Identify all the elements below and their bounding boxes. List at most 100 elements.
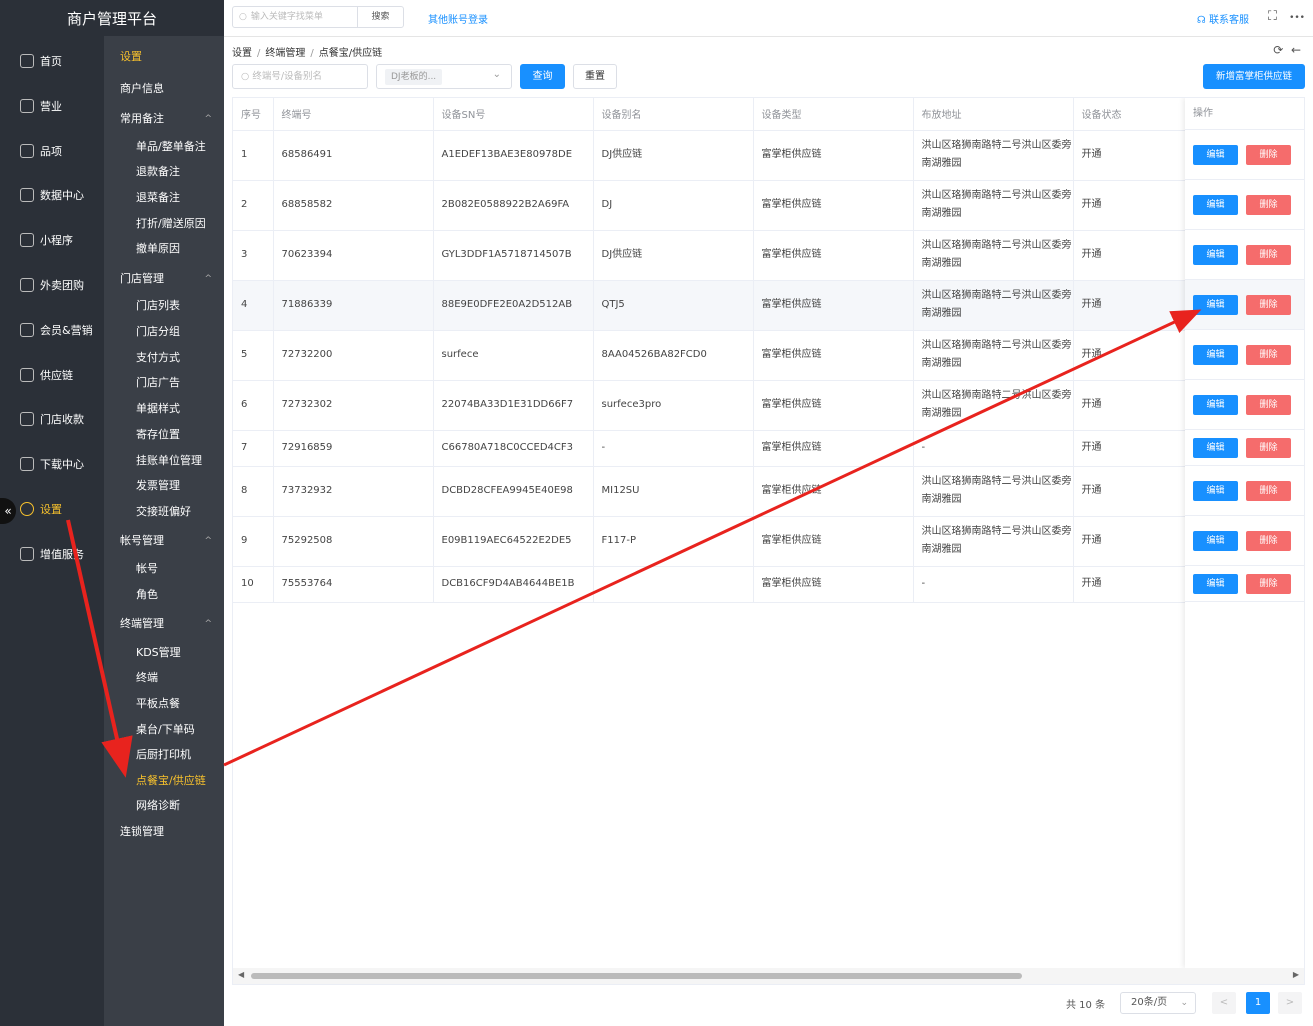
sidebar-item-8[interactable]: 供应链 <box>0 352 104 397</box>
edit-button[interactable]: 编辑 <box>1193 144 1238 165</box>
sidebar-item-4[interactable]: 数据中心 <box>0 172 104 217</box>
table-cell: 75292508 <box>273 516 434 567</box>
edit-button[interactable]: 编辑 <box>1193 573 1238 594</box>
refresh-icon[interactable]: ⟳ <box>1273 43 1283 57</box>
more-icon[interactable]: ••• <box>1289 13 1305 23</box>
miniapp-icon <box>20 232 34 247</box>
scroll-left-icon[interactable]: ◀ <box>238 970 244 979</box>
horizontal-scrollbar[interactable]: ◀ ▶ <box>233 968 1304 984</box>
submenu-item[interactable]: 寄存位置 <box>104 423 224 447</box>
scroll-right-icon[interactable]: ▶ <box>1293 970 1299 979</box>
submenu-label: 点餐宝/供应链 <box>136 774 206 787</box>
submenu-item[interactable]: 退菜备注 <box>104 186 224 210</box>
breadcrumb-current: 点餐宝/供应链 <box>318 48 383 59</box>
edit-button[interactable]: 编辑 <box>1193 437 1238 458</box>
submenu-group[interactable]: 门店管理 ^ <box>104 267 224 291</box>
delete-button[interactable]: 删除 <box>1246 294 1291 315</box>
scrollbar-thumb[interactable] <box>251 973 1022 979</box>
submenu-group[interactable]: 终端管理 ^ <box>104 612 224 636</box>
breadcrumb-item[interactable]: 设置 <box>232 48 252 59</box>
column-header: 序号 <box>233 98 274 131</box>
submenu-item[interactable]: 网络诊断 <box>104 794 224 818</box>
edit-button[interactable]: 编辑 <box>1193 394 1238 415</box>
edit-button[interactable]: 编辑 <box>1193 480 1238 501</box>
breadcrumb-item[interactable]: 终端管理 <box>265 48 305 59</box>
table-row: 1 68586491 A1EDEF13BAE3E80978DE DJ供应链 富掌柜供应链… <box>233 130 1186 181</box>
edit-button[interactable]: 编辑 <box>1193 194 1238 215</box>
column-header: 终端号 <box>273 98 434 131</box>
submenu-item[interactable]: 撤单原因 <box>104 237 224 261</box>
submenu-item[interactable]: 打折/赠送原因 <box>104 212 224 236</box>
page-number[interactable]: 1 <box>1246 992 1270 1014</box>
submenu-group[interactable]: 常用备注 ^ <box>104 107 224 131</box>
menu-search-button[interactable]: 搜索 <box>357 7 403 27</box>
submenu-item[interactable]: 角色 <box>104 583 224 607</box>
submenu-item[interactable]: 门店广告 <box>104 371 224 395</box>
edit-button[interactable]: 编辑 <box>1193 344 1238 365</box>
edit-button[interactable]: 编辑 <box>1193 294 1238 315</box>
submenu-group[interactable]: 连锁管理 <box>104 820 224 844</box>
sidebar-item-3[interactable]: 品项 <box>0 128 104 173</box>
sidebar-item-label: 品项 <box>40 144 62 158</box>
submenu-item[interactable]: 桌台/下单码 <box>104 718 224 742</box>
submenu-item[interactable]: 后厨打印机 <box>104 743 224 767</box>
submenu-item[interactable]: 交接班偏好 <box>104 500 224 524</box>
sidebar-item-label: 数据中心 <box>40 188 84 202</box>
sidebar-item-label: 下载中心 <box>40 457 84 471</box>
delete-button[interactable]: 删除 <box>1246 144 1291 165</box>
submenu-item[interactable]: 门店列表 <box>104 294 224 318</box>
submenu-group[interactable]: 商户信息 <box>104 77 224 101</box>
delete-button[interactable]: 删除 <box>1246 344 1291 365</box>
submenu-item[interactable]: 单品/整单备注 <box>104 135 224 159</box>
table-cell: 10 <box>233 566 274 603</box>
table-cell: F117-P <box>593 516 754 567</box>
delete-button[interactable]: 删除 <box>1246 480 1291 501</box>
other-login-link[interactable]: 其他账号登录 <box>428 11 488 26</box>
delete-button[interactable]: 删除 <box>1246 530 1291 551</box>
submenu-item[interactable]: 终端 <box>104 666 224 690</box>
submenu-item[interactable]: 帐号 <box>104 557 224 581</box>
fullscreen-icon[interactable]: ⛶ <box>1268 9 1277 24</box>
submenu-item[interactable]: 发票管理 <box>104 474 224 498</box>
submenu-item[interactable]: 单据样式 <box>104 397 224 421</box>
sidebar-item-12[interactable]: 增值服务 <box>0 531 104 576</box>
sidebar-item-10[interactable]: 下载中心 <box>0 441 104 486</box>
query-button[interactable]: 查询 <box>520 64 565 89</box>
submenu-item[interactable]: 支付方式 <box>104 346 224 370</box>
submenu-item[interactable]: 退款备注 <box>104 160 224 184</box>
submenu-item[interactable]: 门店分组 <box>104 320 224 344</box>
add-supply-chain-button[interactable]: 新增富掌柜供应链 <box>1203 64 1305 89</box>
terminal-search-input[interactable]: ○ 终端号/设备别名 <box>232 64 368 89</box>
back-arrow-icon[interactable]: ← <box>1291 43 1301 57</box>
column-header: 设备类型 <box>753 98 914 131</box>
contact-support-link[interactable]: ☊ 联系客服 <box>1197 11 1249 26</box>
sidebar-item-9[interactable]: 门店收款 <box>0 396 104 441</box>
sidebar-item-6[interactable]: 外卖团购 <box>0 262 104 307</box>
next-page-button[interactable]: > <box>1278 992 1302 1014</box>
menu-search-input[interactable]: ○ 输入关键字找菜单 <box>233 7 357 27</box>
sidebar-item-2[interactable]: 营业 <box>0 83 104 128</box>
edit-button[interactable]: 编辑 <box>1193 244 1238 265</box>
submenu-item[interactable]: KDS管理 <box>104 641 224 665</box>
prev-page-button[interactable]: < <box>1212 992 1236 1014</box>
submenu-label: 连锁管理 <box>120 825 164 838</box>
sidebar-item-1[interactable]: 首页 <box>0 38 104 83</box>
submenu-item[interactable]: 点餐宝/供应链 <box>104 769 224 793</box>
sidebar-item-7[interactable]: 会员&营销 <box>0 307 104 352</box>
page-size-select[interactable]: 20条/页 ⌄ <box>1120 992 1196 1014</box>
merchant-select[interactable]: DJ老板的... ⌄ <box>376 64 512 89</box>
delete-button[interactable]: 删除 <box>1246 573 1291 594</box>
submenu-group[interactable]: 帐号管理 ^ <box>104 529 224 553</box>
edit-button[interactable]: 编辑 <box>1193 530 1238 551</box>
sidebar-item-5[interactable]: 小程序 <box>0 217 104 262</box>
delete-button[interactable]: 删除 <box>1246 194 1291 215</box>
delete-button[interactable]: 删除 <box>1246 244 1291 265</box>
table-cell: 洪山区珞狮南路特二号洪山区委旁南湖雅园 <box>913 380 1074 431</box>
reset-button[interactable]: 重置 <box>573 64 617 89</box>
total-count: 共 10 条 <box>1066 1000 1106 1011</box>
submenu-item[interactable]: 挂账单位管理 <box>104 449 224 473</box>
submenu-label: 挂账单位管理 <box>136 454 202 467</box>
submenu-item[interactable]: 平板点餐 <box>104 692 224 716</box>
delete-button[interactable]: 删除 <box>1246 437 1291 458</box>
delete-button[interactable]: 删除 <box>1246 394 1291 415</box>
